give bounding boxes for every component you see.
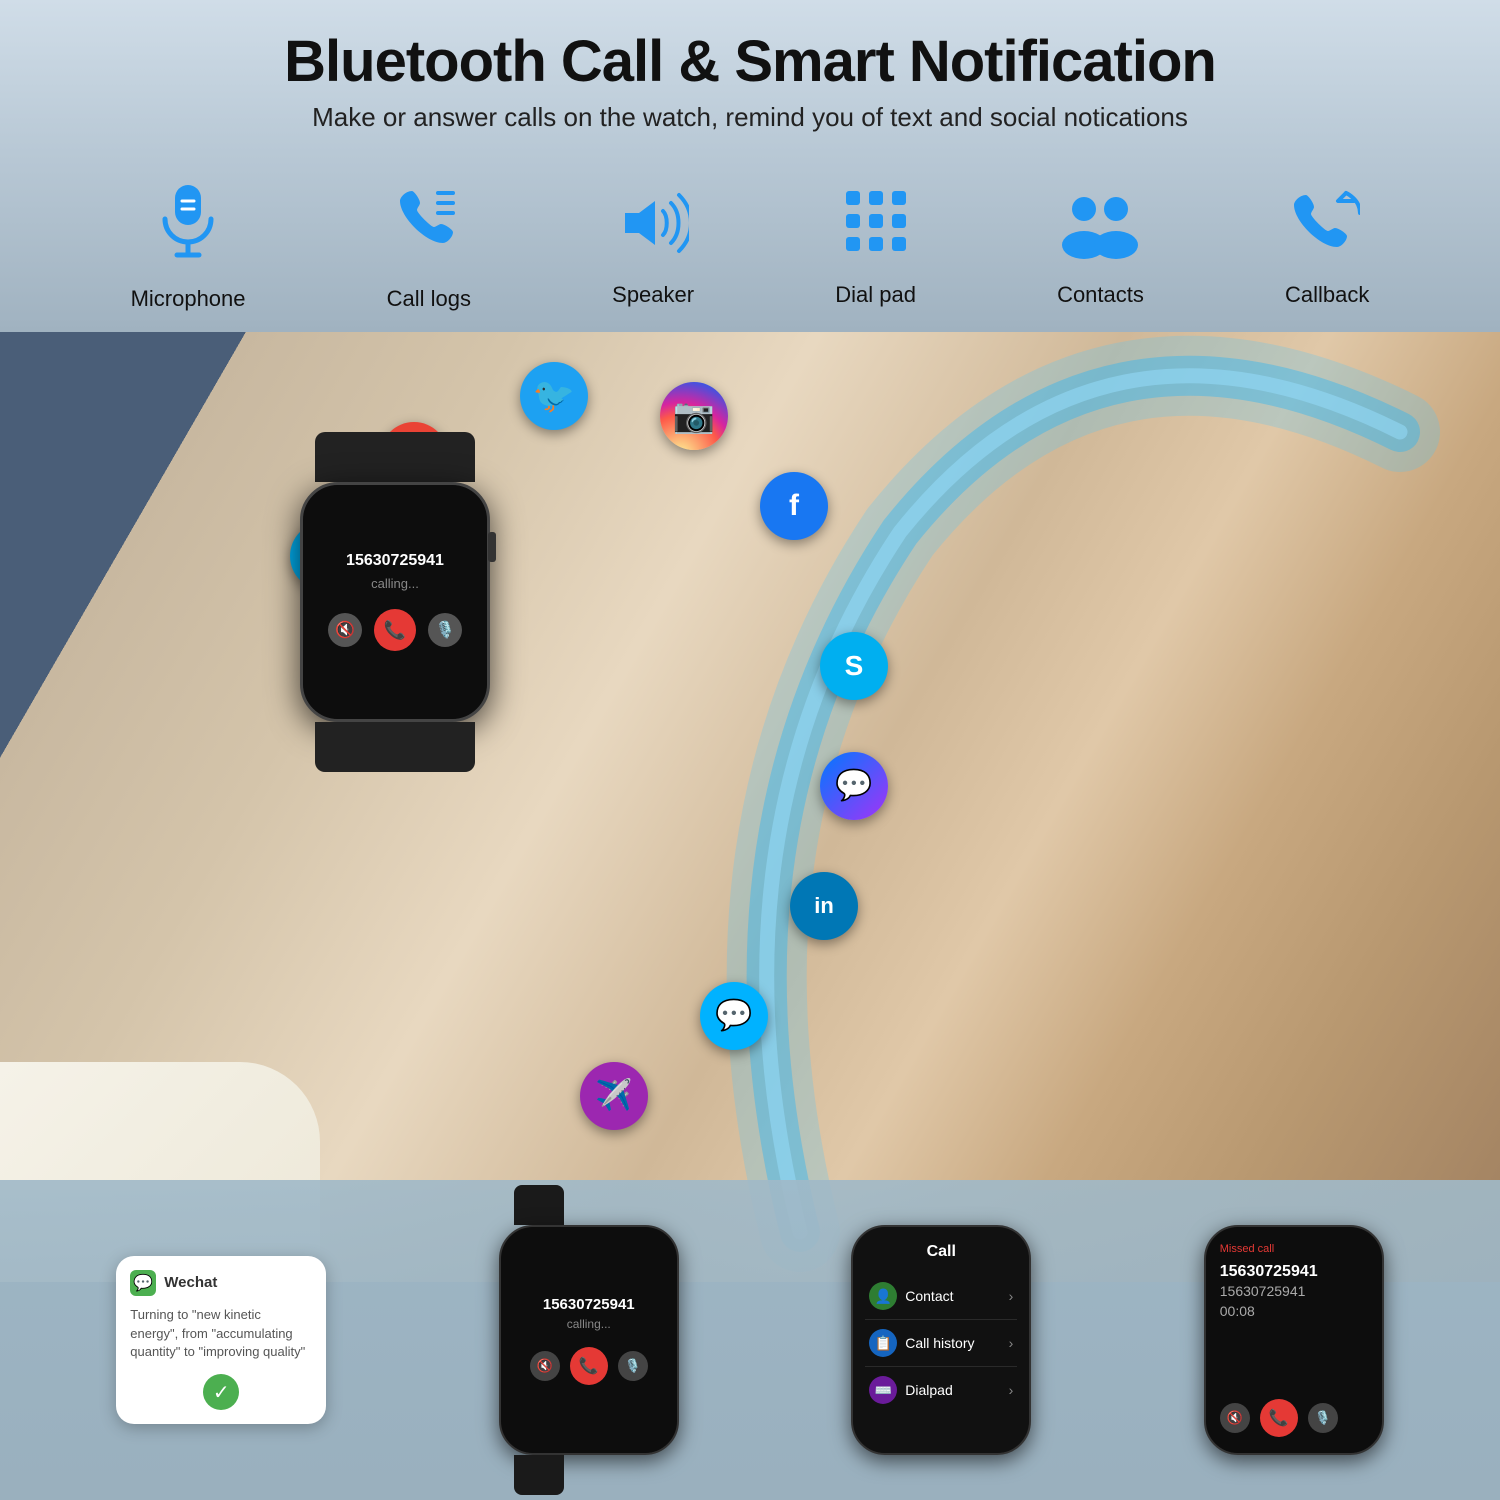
dialpad-label: Dialpad [905, 1382, 952, 1398]
watch-mic-btn[interactable]: 🎙️ [428, 613, 462, 647]
twitter-icon: 🐦 [520, 362, 588, 430]
main-area: M 🐦 📷 S f S 💬 in 💬 ✈️ 15630725941 call [0, 332, 1500, 1282]
main-watch: 15630725941 calling... 🔇 📞 🎙️ [300, 432, 490, 772]
band2-top [514, 1185, 564, 1225]
watch-screen: 15630725941 calling... 🔇 📞 🎙️ [303, 485, 487, 719]
watch3-body: Call 👤 Contact › 📋 Call history [851, 1225, 1031, 1455]
messenger2-icon: 💬 [700, 982, 768, 1050]
feature-contacts: Contacts [1057, 187, 1144, 308]
watch2-number: 15630725941 [543, 1296, 635, 1313]
contact-arrow: › [1009, 1288, 1014, 1304]
page: Bluetooth Call & Smart Notification Make… [0, 0, 1500, 1500]
missed-call-label: Missed call [1220, 1243, 1368, 1255]
menu-contact[interactable]: 👤 Contact › [865, 1273, 1017, 1320]
band-bottom [315, 722, 475, 772]
menu-history-left: 📋 Call history [869, 1329, 974, 1357]
callback-label: Callback [1285, 282, 1369, 308]
menu-call-history[interactable]: 📋 Call history › [865, 1320, 1017, 1367]
microphone-label: Microphone [131, 286, 246, 312]
callback-icon [1294, 187, 1360, 270]
missed-mic-btn[interactable]: 🎙️ [1308, 1403, 1338, 1433]
messenger-icon: 💬 [820, 752, 888, 820]
watch-end-call-btn[interactable]: 📞 [374, 609, 416, 651]
missed-end-btn[interactable]: 📞 [1260, 1399, 1298, 1437]
history-label: Call history [905, 1335, 974, 1351]
feature-dial-pad: Dial pad [835, 187, 916, 308]
missed-controls: 🔇 📞 🎙️ [1220, 1399, 1368, 1437]
wechat-app-name: Wechat [164, 1274, 217, 1291]
watch-body: 15630725941 calling... 🔇 📞 🎙️ [300, 482, 490, 722]
feature-speaker: Speaker [612, 187, 694, 308]
speaker-label: Speaker [612, 282, 694, 308]
contact-label: Contact [905, 1288, 953, 1304]
watch2-body: 15630725941 calling... 🔇 📞 🎙️ [499, 1225, 679, 1455]
wechat-message: Turning to "new kinetic energy", from "a… [130, 1306, 312, 1363]
call-logs-icon [398, 183, 460, 274]
watch2-status: calling... [567, 1317, 611, 1331]
watch-mute-btn[interactable]: 🔇 [328, 613, 362, 647]
history-icon: 📋 [869, 1329, 897, 1357]
facebook-icon: f [760, 472, 828, 540]
features-row: Microphone Call logs [0, 153, 1500, 332]
watch4-screen: Missed call 15630725941 15630725941 00:0… [1206, 1227, 1382, 1453]
bottom-section: 💬 Wechat Turning to "new kinetic energy"… [0, 1180, 1500, 1500]
speaker-icon [617, 187, 689, 270]
watch-calling-status: calling... [371, 576, 419, 591]
missed-number2: 15630725941 [1220, 1283, 1368, 1299]
missed-time: 00:08 [1220, 1303, 1368, 1319]
telegram-icon: ✈️ [580, 1062, 648, 1130]
notif-header: 💬 Wechat [130, 1270, 312, 1296]
watch-crown [488, 532, 496, 562]
menu-contact-left: 👤 Contact [869, 1282, 953, 1310]
watch-call-controls: 🔇 📞 🎙️ [328, 609, 462, 651]
menu-dialpad-left: ⌨️ Dialpad [869, 1376, 952, 1404]
band2-bottom [514, 1455, 564, 1495]
page-title: Bluetooth Call & Smart Notification [20, 30, 1480, 94]
watch2-controls: 🔇 📞 🎙️ [530, 1347, 648, 1385]
dial-pad-icon [842, 187, 910, 270]
arc-svg [600, 332, 1500, 1282]
microphone-icon [157, 183, 219, 274]
linkedin-icon: in [790, 872, 858, 940]
watch2-end-btn[interactable]: 📞 [570, 1347, 608, 1385]
watch2-vol-btn[interactable]: 🔇 [530, 1351, 560, 1381]
header-section: Bluetooth Call & Smart Notification Make… [0, 0, 1500, 153]
dial-pad-label: Dial pad [835, 282, 916, 308]
watch4-body: Missed call 15630725941 15630725941 00:0… [1204, 1225, 1384, 1455]
feature-callback: Callback [1285, 187, 1369, 308]
band-top [315, 432, 475, 482]
missed-vol-btn[interactable]: 🔇 [1220, 1403, 1250, 1433]
missed-number1: 15630725941 [1220, 1263, 1368, 1281]
history-arrow: › [1009, 1335, 1014, 1351]
feature-call-logs: Call logs [387, 183, 471, 312]
watch-phone-number: 15630725941 [346, 552, 444, 570]
feature-microphone: Microphone [131, 183, 246, 312]
watch-missed-call: Missed call 15630725941 15630725941 00:0… [1204, 1225, 1384, 1455]
contacts-label: Contacts [1057, 282, 1144, 308]
page-subtitle: Make or answer calls on the watch, remin… [20, 102, 1480, 133]
watch2-screen: 15630725941 calling... 🔇 📞 🎙️ [501, 1227, 677, 1453]
confirm-icon[interactable]: ✓ [203, 1374, 239, 1410]
contacts-icon [1060, 187, 1140, 270]
call-logs-label: Call logs [387, 286, 471, 312]
watch-call-menu: Call 👤 Contact › 📋 Call history [851, 1225, 1031, 1455]
dialpad-arrow: › [1009, 1382, 1014, 1398]
notif-confirm: ✓ [130, 1374, 312, 1410]
instagram-icon: 📷 [660, 382, 728, 450]
dialpad-icon: ⌨️ [869, 1376, 897, 1404]
watch3-screen: Call 👤 Contact › 📋 Call history [853, 1227, 1029, 1453]
wechat-notification-card: 💬 Wechat Turning to "new kinetic energy"… [116, 1256, 326, 1425]
wechat-icon: 💬 [130, 1270, 156, 1296]
menu-dialpad[interactable]: ⌨️ Dialpad › [865, 1367, 1017, 1413]
skype-mid-icon: S [820, 632, 888, 700]
watch2-mic-btn[interactable]: 🎙️ [618, 1351, 648, 1381]
contact-icon: 👤 [869, 1282, 897, 1310]
watch-calling-card: 15630725941 calling... 🔇 📞 🎙️ [499, 1185, 679, 1495]
call-menu-title: Call [865, 1243, 1017, 1261]
